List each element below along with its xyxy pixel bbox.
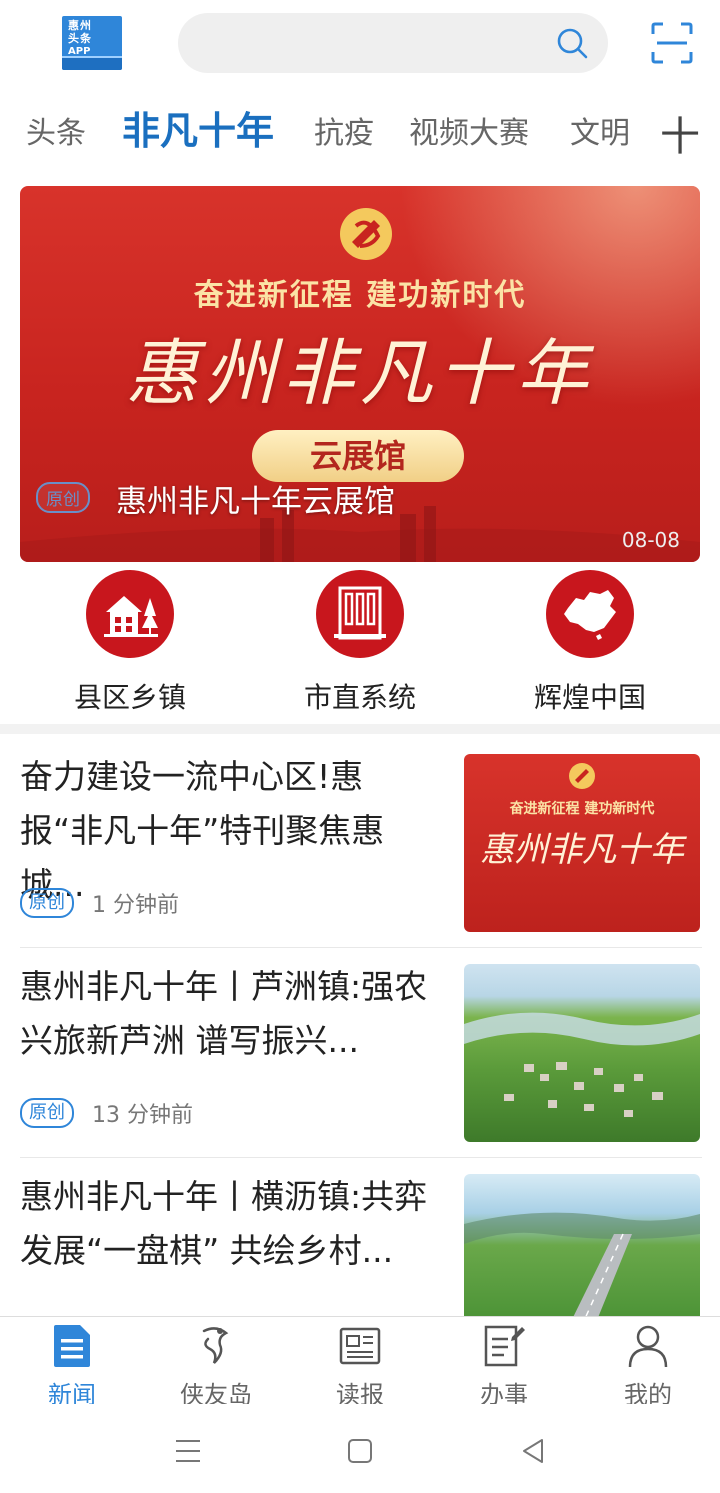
tab-headline[interactable]: 头条: [26, 108, 86, 152]
building-icon: [334, 586, 386, 640]
banner-carousel[interactable]: 奋进新征程 建功新时代 惠州非凡十年 云展馆 原创 惠州非凡十年云展馆 08-0…: [20, 186, 700, 562]
party-emblem-icon: [340, 208, 392, 260]
section-divider: [0, 724, 720, 734]
nav-item-profile[interactable]: 我的: [576, 1323, 720, 1410]
house-tree-icon: [104, 596, 158, 637]
news-time: 1 分钟前: [92, 893, 179, 918]
aerial-village-image: [464, 1012, 700, 1117]
logo-line-1: 惠州: [68, 19, 92, 32]
nav-item-xiayou-island[interactable]: 侠友岛: [144, 1323, 288, 1410]
thumbnail-calligraphy: 惠州非凡十年: [480, 830, 684, 870]
system-navigation-bar: [0, 1404, 720, 1493]
news-item[interactable]: 惠州非凡十年丨芦洲镇:强农兴旅新芦洲 谱写振兴... 原创 13 分钟前: [20, 950, 702, 1158]
app-logo[interactable]: 惠州 头条 APP: [62, 16, 122, 70]
tab-epidemic[interactable]: 抗疫: [314, 108, 374, 152]
person-icon: [628, 1325, 668, 1368]
menu-icon[interactable]: [174, 1438, 202, 1464]
search-icon[interactable]: [556, 27, 588, 59]
quick-link-glorious-china[interactable]: 辉煌中国: [490, 570, 690, 720]
banner-date: 08-08: [621, 528, 680, 552]
banner-slogan: 奋进新征程 建功新时代: [193, 278, 527, 313]
back-icon[interactable]: [520, 1438, 546, 1464]
tabs-more-icon[interactable]: 十: [660, 104, 700, 162]
nav-item-read-paper[interactable]: 读报: [288, 1323, 432, 1410]
nav-item-news[interactable]: 新闻: [0, 1323, 144, 1410]
scan-icon[interactable]: [651, 22, 693, 64]
news-time: 13 分钟前: [92, 1103, 193, 1128]
quick-link-icon-circle: [86, 570, 174, 658]
news-separator: [20, 1157, 702, 1158]
quick-link-label: 县区乡镇: [73, 681, 186, 714]
quick-link-icon-circle: [546, 570, 634, 658]
news-title[interactable]: 奋力建设一流中心区!惠报“非凡十年”特刊聚焦惠城...: [20, 750, 440, 912]
original-badge: 原创: [20, 1098, 74, 1128]
home-square-icon[interactable]: [347, 1438, 373, 1464]
logo-line-2: 头条: [68, 32, 92, 45]
news-item[interactable]: 奋力建设一流中心区!惠报“非凡十年”特刊聚焦惠城... 原创 1 分钟前 奋进新…: [20, 740, 702, 948]
news-thumbnail[interactable]: 奋进新征程 建功新时代 惠州非凡十年: [464, 754, 700, 932]
banner-original-badge: 原创: [36, 482, 90, 513]
quick-link-municipal-systems[interactable]: 市直系统: [260, 570, 460, 720]
tab-civilization[interactable]: 文明: [570, 108, 630, 152]
tab-extraordinary-decade[interactable]: 非凡十年: [122, 100, 274, 155]
tab-video-contest[interactable]: 视频大赛: [409, 108, 529, 152]
banner-calligraphy: 惠州非凡十年: [125, 331, 594, 415]
thumbnail-slogan: 奋进新征程 建功新时代: [509, 801, 655, 817]
logo-wave: [62, 56, 122, 70]
quick-link-icon-circle: [316, 570, 404, 658]
quick-link-county-towns[interactable]: 县区乡镇: [30, 570, 230, 720]
party-emblem-icon: [569, 763, 595, 789]
china-map-icon: [564, 590, 616, 640]
news-thumbnail[interactable]: [464, 964, 700, 1142]
search-input[interactable]: [178, 13, 608, 73]
news-title[interactable]: 惠州非凡十年丨芦洲镇:强农兴旅新芦洲 谱写振兴...: [20, 960, 440, 1068]
news-doc-icon: [54, 1325, 90, 1367]
top-bar: 惠州 头条 APP: [0, 0, 720, 90]
banner-pill: 云展馆: [252, 430, 464, 482]
hero-icon: [202, 1327, 229, 1364]
edit-doc-icon: [484, 1325, 525, 1367]
nav-item-services[interactable]: 办事: [432, 1323, 576, 1410]
channel-tabs: 头条 非凡十年 抗疫 视频大赛 文明 十: [0, 96, 720, 166]
news-separator: [20, 947, 702, 948]
banner-title[interactable]: 惠州非凡十年云展馆: [116, 476, 395, 521]
newspaper-icon: [339, 1327, 381, 1365]
quick-link-label: 辉煌中国: [533, 681, 646, 714]
news-title[interactable]: 惠州非凡十年丨横沥镇:共弈发展“一盘棋” 共绘乡村...: [20, 1170, 440, 1278]
quick-link-label: 市直系统: [303, 681, 416, 714]
original-badge: 原创: [20, 888, 74, 918]
bottom-navigation: 新闻 侠友岛 读报 办事 我的: [0, 1316, 720, 1409]
